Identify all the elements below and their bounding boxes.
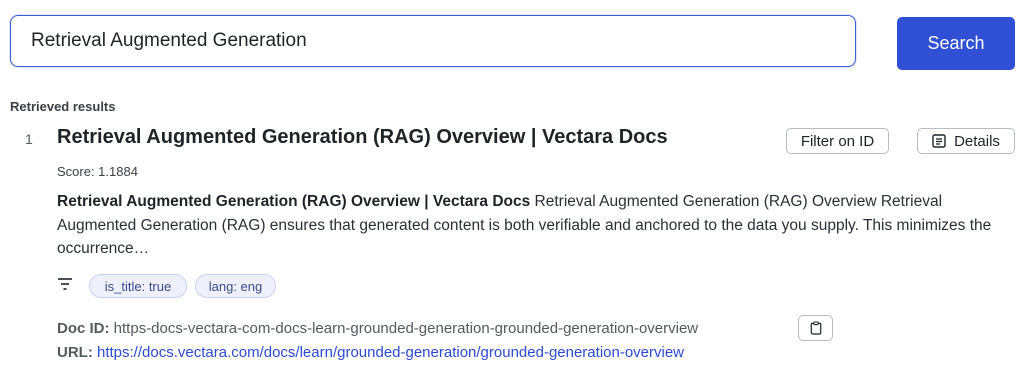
result-title[interactable]: Retrieval Augmented Generation (RAG) Ove… (57, 126, 668, 149)
result-snippet: Retrieval Augmented Generation (RAG) Ove… (57, 190, 997, 261)
search-button[interactable]: Search (897, 17, 1015, 70)
search-bar: Retrieval Augmented Generation Search (10, 15, 1015, 72)
metadata-tag: is_title: true (89, 274, 187, 298)
url-row: URL: https://docs.vectara.com/docs/learn… (57, 344, 684, 361)
filter-lines-icon (58, 278, 72, 290)
document-list-icon (932, 134, 946, 148)
filter-on-id-button[interactable]: Filter on ID (786, 128, 889, 154)
doc-id-value: https-docs-vectara-com-docs-learn-ground… (113, 320, 699, 337)
result-rank: 1 (25, 131, 33, 147)
snippet-title: Retrieval Augmented Generation (RAG) Ove… (57, 193, 531, 210)
doc-id-row: Doc ID: https-docs-vectara-com-docs-lear… (57, 320, 698, 337)
copy-doc-id-button[interactable] (798, 315, 833, 341)
clipboard-icon (810, 321, 821, 335)
result-url-link[interactable]: https://docs.vectara.com/docs/learn/grou… (97, 344, 684, 361)
result-score: Score: 1.1884 (57, 164, 138, 179)
search-input-value: Retrieval Augmented Generation (31, 30, 307, 51)
doc-id-label: Doc ID: (57, 320, 110, 337)
details-button-label: Details (954, 132, 1000, 150)
search-input[interactable]: Retrieval Augmented Generation (10, 15, 856, 67)
metadata-tag: lang: eng (195, 274, 276, 298)
details-button[interactable]: Details (917, 128, 1015, 154)
results-heading: Retrieved results (10, 99, 116, 114)
url-label: URL: (57, 344, 93, 361)
